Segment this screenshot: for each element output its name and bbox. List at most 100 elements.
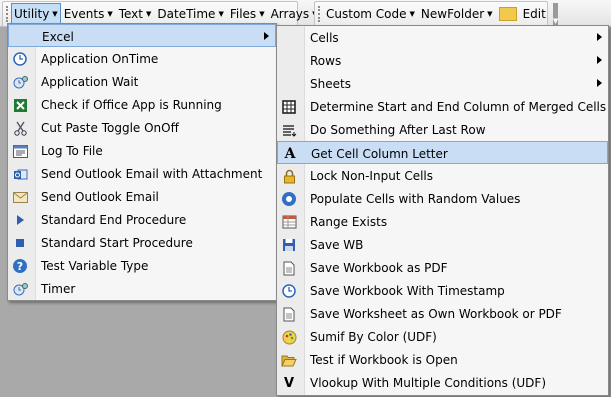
- menu-item-label: Test Variable Type: [41, 259, 149, 273]
- menu-item-rows[interactable]: Rows: [277, 49, 608, 72]
- menu-item-label: Send Outlook Email with Attachment: [41, 167, 263, 181]
- menu-item-application-ontime[interactable]: Application OnTime: [8, 47, 276, 70]
- excel-icon: [12, 97, 28, 113]
- help-icon: ?: [12, 258, 28, 274]
- arrays-label: Arrays: [270, 7, 310, 21]
- chevron-right-icon: [597, 79, 602, 87]
- datetime-menu-button[interactable]: DateTime ▼: [154, 4, 226, 24]
- merge-icon: [281, 99, 297, 115]
- clock-icon: [281, 283, 297, 299]
- edit-label: Edit: [522, 7, 546, 21]
- menu-item-test-if-workbook-is-open[interactable]: Test if Workbook is Open: [277, 348, 608, 371]
- menu-item-label: Cells: [310, 31, 339, 45]
- menu-item-label: Test if Workbook is Open: [310, 353, 458, 367]
- menu-item-vlookup-with-multiple-conditions-udf[interactable]: V Vlookup With Multiple Conditions (UDF): [277, 371, 608, 394]
- new-folder-label: NewFolder: [420, 7, 485, 21]
- menu-item-label: Save WB: [310, 238, 364, 252]
- menu-item-test-variable-type[interactable]: ? Test Variable Type: [8, 254, 276, 277]
- menu-item-send-outlook-email-with-attachment[interactable]: Send Outlook Email with Attachment: [8, 162, 276, 185]
- menu-item-label: Vlookup With Multiple Conditions (UDF): [310, 376, 547, 390]
- menu-item-populate-cells-with-random-values[interactable]: Populate Cells with Random Values: [277, 187, 608, 210]
- menu-item-determine-start-and-end-column-of-merged-cells[interactable]: Determine Start and End Column of Merged…: [277, 95, 608, 118]
- menu-item-label: Do Something After Last Row: [310, 123, 486, 137]
- range-icon: [281, 214, 297, 230]
- log-icon: [12, 143, 28, 159]
- menu-item-label: Rows: [310, 54, 342, 68]
- utility-menu-button[interactable]: Utility ▼: [11, 3, 61, 25]
- menu-item-application-wait[interactable]: Application Wait: [8, 70, 276, 93]
- datetime-label: DateTime: [157, 7, 216, 21]
- clock-icon: [12, 51, 28, 67]
- toolbar-options-button[interactable]: ▼: [552, 3, 559, 25]
- menu-item-send-outlook-email[interactable]: Send Outlook Email: [8, 185, 276, 208]
- menu-item-label: Sumif By Color (UDF): [310, 330, 437, 344]
- rows-icon: [281, 122, 297, 138]
- excel-submenu: Cells Rows Sheets Determine Start and End C…: [276, 25, 609, 396]
- grip-handle[interactable]: [6, 6, 8, 22]
- folder-open-icon: [281, 352, 297, 368]
- menu-item-excel[interactable]: Excel: [8, 24, 276, 47]
- folder-icon: [498, 7, 517, 21]
- chevron-down-icon: ▼: [52, 10, 58, 18]
- document-icon: [281, 306, 297, 322]
- svg-text:?: ?: [17, 260, 23, 273]
- menu-item-do-something-after-last-row[interactable]: Do Something After Last Row: [277, 118, 608, 141]
- menu-item-label: Send Outlook Email: [41, 190, 159, 204]
- chevron-down-icon: ▼: [146, 10, 152, 18]
- menu-item-cells[interactable]: Cells: [277, 26, 608, 49]
- menu-item-timer[interactable]: Timer: [8, 277, 276, 300]
- chevron-right-icon: [264, 32, 269, 40]
- menu-item-label: Standard End Procedure: [41, 213, 187, 227]
- menu-item-label: Cut Paste Toggle OnOff: [41, 121, 179, 135]
- pdf-icon: [281, 260, 297, 276]
- events-label: Events: [63, 7, 105, 21]
- chevron-right-icon: [597, 56, 602, 64]
- chevron-down-icon: ▼: [107, 10, 113, 18]
- custom-code-menu-button[interactable]: Custom Code ▼: [323, 4, 418, 24]
- chevron-down-icon: ▼: [218, 10, 224, 18]
- grip-handle[interactable]: [318, 6, 320, 22]
- menu-item-save-wb[interactable]: Save WB: [277, 233, 608, 256]
- menu-item-save-workbook-with-timestamp[interactable]: Save Workbook With Timestamp: [277, 279, 608, 302]
- menu-item-log-to-file[interactable]: Log To File: [8, 139, 276, 162]
- menu-item-label: Lock Non-Input Cells: [310, 169, 433, 183]
- palette-icon: [281, 329, 297, 345]
- utility-menu: Excel Application OnTime Application Wait C…: [7, 23, 277, 301]
- menu-item-standard-start-procedure[interactable]: Standard Start Procedure: [8, 231, 276, 254]
- text-label: Text: [118, 7, 143, 21]
- chevron-down-icon: ▼: [409, 10, 415, 18]
- new-folder-menu-button[interactable]: NewFolder ▼: [418, 4, 496, 24]
- menu-item-range-exists[interactable]: Range Exists: [277, 210, 608, 233]
- menu-item-cut-paste-toggle-onoff[interactable]: Cut Paste Toggle OnOff: [8, 116, 276, 139]
- menu-item-label: Check if Office App is Running: [41, 98, 222, 112]
- save-icon: [281, 237, 297, 253]
- menu-item-save-worksheet-as-own-workbook-or-pdf[interactable]: Save Worksheet as Own Workbook or PDF: [277, 302, 608, 325]
- arrays-menu-button[interactable]: Arrays▼: [268, 4, 321, 24]
- menu-item-sumif-by-color-udf[interactable]: Sumif By Color (UDF): [277, 325, 608, 348]
- files-menu-button[interactable]: Files ▼: [227, 4, 268, 24]
- menu-item-label: Get Cell Column Letter: [311, 147, 448, 161]
- random-icon: [281, 191, 297, 207]
- chevron-down-icon: ▼: [487, 10, 493, 18]
- menu-item-label: Timer: [41, 282, 76, 296]
- events-menu-button[interactable]: Events ▼: [61, 4, 116, 24]
- chevron-right-icon: [597, 33, 602, 41]
- menu-item-standard-end-procedure[interactable]: Standard End Procedure: [8, 208, 276, 231]
- menu-item-check-if-office-app-is-running[interactable]: Check if Office App is Running: [8, 93, 276, 116]
- menu-item-lock-non-input-cells[interactable]: Lock Non-Input Cells: [277, 164, 608, 187]
- menu-item-get-cell-column-letter[interactable]: A Get Cell Column Letter: [277, 141, 608, 164]
- play-icon: [12, 212, 28, 228]
- chevron-down-icon: ▼: [259, 10, 265, 18]
- menu-item-label: Log To File: [41, 144, 103, 158]
- edit-button[interactable]: Edit: [496, 4, 549, 24]
- letter-a-icon: A: [284, 146, 296, 162]
- utility-label: Utility: [14, 7, 50, 21]
- icon-placeholder: [13, 29, 29, 45]
- menu-item-label: Standard Start Procedure: [41, 236, 193, 250]
- files-label: Files: [229, 7, 257, 21]
- letter-v-icon: V: [283, 375, 295, 391]
- menu-item-sheets[interactable]: Sheets: [277, 72, 608, 95]
- text-menu-button[interactable]: Text ▼: [116, 4, 155, 24]
- menu-item-label: Save Workbook as PDF: [310, 261, 448, 275]
- menu-item-save-workbook-as-pdf[interactable]: Save Workbook as PDF: [277, 256, 608, 279]
